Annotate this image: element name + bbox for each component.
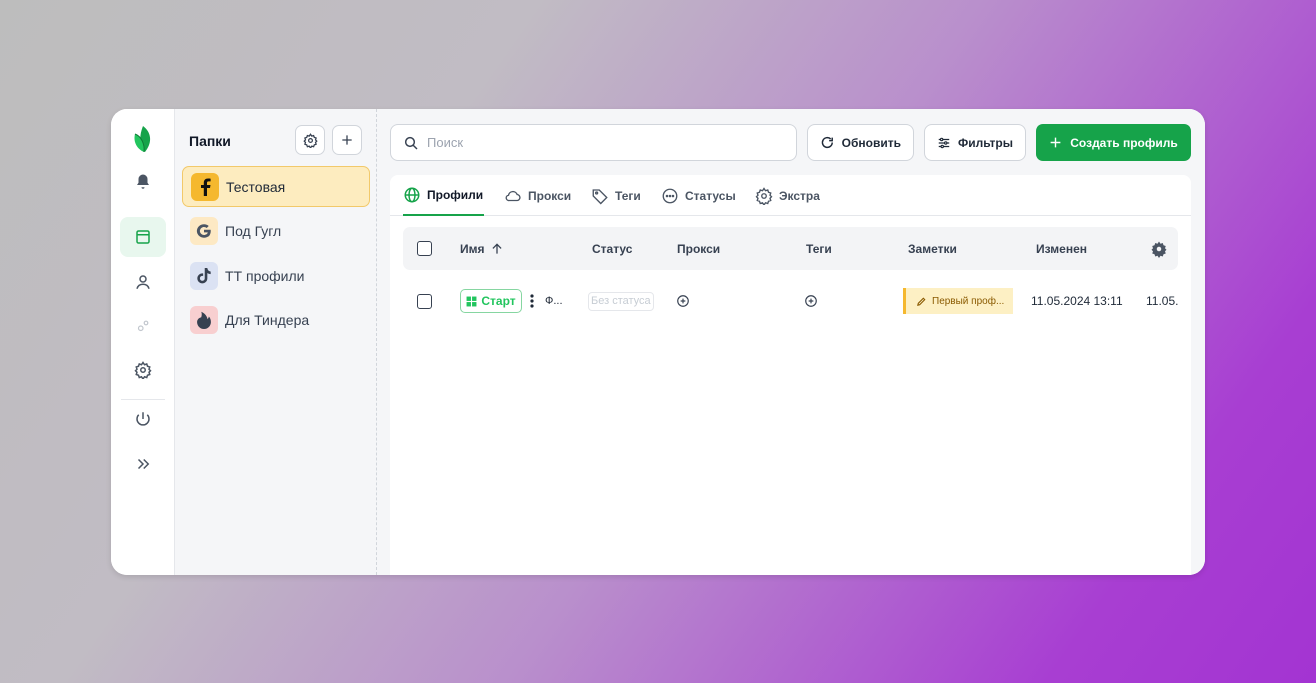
gear-icon: [302, 132, 318, 148]
icon-rail: [111, 109, 175, 575]
folders-settings-button[interactable]: [295, 125, 325, 155]
column-tags[interactable]: Теги: [806, 227, 832, 270]
tab-tags[interactable]: Теги: [591, 175, 641, 216]
gear-icon: [1151, 241, 1167, 258]
folder-item-testovaya[interactable]: Тестовая: [182, 166, 370, 207]
windows-icon: [466, 296, 477, 306]
folders-title: Папки: [189, 133, 231, 149]
row-checkbox-cell[interactable]: [417, 279, 432, 323]
create-profile-label: Создать профиль: [1070, 135, 1178, 150]
tab-bar: Профили Прокси Теги Статусы Экстра: [390, 175, 1191, 216]
leaf-logo-icon[interactable]: [120, 119, 166, 159]
create-profile-button[interactable]: Создать профиль: [1036, 124, 1191, 161]
folder-label: ТТ профили: [225, 267, 305, 284]
refresh-label: Обновить: [841, 135, 901, 150]
search-input[interactable]: [427, 135, 767, 150]
status-cell[interactable]: Без статуса: [588, 279, 654, 323]
row-checkbox[interactable]: [417, 293, 432, 309]
folders-panel: Папки Тестовая Под Гугл ТТ профили Для Т…: [175, 109, 377, 575]
profile-name[interactable]: Ф...: [545, 279, 563, 323]
plus-icon: [342, 135, 352, 145]
column-label: Заметки: [908, 241, 957, 256]
folder-label: Под Гугл: [225, 222, 282, 239]
column-label: Статус: [592, 241, 633, 256]
folder-label: Тестовая: [226, 178, 286, 195]
column-notes[interactable]: Заметки: [908, 227, 957, 270]
row-menu-button[interactable]: [529, 279, 535, 323]
plus-icon: [1050, 137, 1061, 148]
column-label: Изменен: [1036, 241, 1088, 256]
tab-extra[interactable]: Экстра: [755, 175, 820, 216]
cloud-icon: [505, 190, 521, 201]
modified-date: 11.05.2024 13:11: [1031, 294, 1123, 308]
column-label: Имя: [460, 241, 485, 256]
select-all-checkbox[interactable]: [417, 241, 432, 256]
search-box[interactable]: [390, 124, 797, 161]
refresh-button[interactable]: Обновить: [807, 124, 914, 161]
kebab-menu-icon: [530, 294, 534, 308]
facebook-icon: [191, 172, 219, 201]
table-row: Старт Ф... Без статуса Первый проф... 11…: [403, 279, 1178, 323]
folder-item-pod-gugl[interactable]: Под Гугл: [182, 210, 370, 251]
bell-icon[interactable]: [120, 162, 166, 202]
tab-statuses[interactable]: Статусы: [661, 175, 736, 216]
note-text: Первый проф...: [932, 295, 1005, 307]
plus-circle-icon: [677, 295, 689, 307]
gear-icon[interactable]: [120, 350, 166, 390]
dots-circle-icon: [662, 188, 678, 203]
column-proxy[interactable]: Прокси: [677, 227, 720, 270]
column-modified[interactable]: Изменен: [1036, 227, 1087, 270]
tag-icon: [592, 188, 608, 204]
extra-date: 11.05.: [1146, 294, 1179, 308]
column-label: Теги: [806, 241, 832, 256]
user-icon[interactable]: [120, 262, 166, 302]
search-icon: [404, 136, 418, 150]
main-area: Обновить Фильтры Создать профиль Профили…: [377, 109, 1205, 575]
folder-item-tt-profili[interactable]: ТТ профили: [182, 255, 370, 296]
tinder-icon: [190, 305, 218, 334]
plus-circle-icon: [805, 295, 817, 307]
add-tag-button[interactable]: [804, 279, 818, 323]
table-header: Имя Статус Прокси Теги Заметки Изменен: [403, 227, 1178, 270]
browser-window-icon[interactable]: [120, 217, 166, 257]
gears-icon[interactable]: [120, 306, 166, 346]
profiles-content: Профили Прокси Теги Статусы Экстра Имя С…: [390, 175, 1191, 575]
gear-icon: [755, 186, 773, 205]
start-button[interactable]: Старт: [460, 279, 522, 323]
folder-label: Для Тиндера: [225, 311, 310, 328]
app-window: Папки Тестовая Под Гугл ТТ профили Для Т…: [111, 109, 1205, 575]
status-badge[interactable]: Без статуса: [588, 291, 654, 311]
folder-item-dlya-tindera[interactable]: Для Тиндера: [182, 299, 370, 340]
column-status[interactable]: Статус: [592, 227, 632, 270]
sliders-icon: [938, 137, 950, 148]
filters-button[interactable]: Фильтры: [924, 124, 1026, 161]
tab-label: Теги: [615, 188, 641, 203]
globe-icon: [404, 187, 420, 202]
note-cell[interactable]: Первый проф...: [903, 279, 1013, 323]
tab-label: Статусы: [685, 188, 736, 203]
tiktok-icon: [190, 261, 218, 290]
column-label: Прокси: [677, 241, 721, 256]
pencil-icon: [917, 297, 926, 306]
power-icon[interactable]: [120, 399, 166, 439]
chevrons-right-icon[interactable]: [120, 444, 166, 484]
filters-label: Фильтры: [957, 135, 1013, 150]
start-label: Старт: [481, 294, 516, 308]
tab-label: Экстра: [779, 188, 820, 203]
tab-proxies[interactable]: Прокси: [504, 175, 571, 216]
column-settings-button[interactable]: [1150, 227, 1168, 270]
add-folder-button[interactable]: [332, 125, 362, 155]
tab-label: Профили: [427, 187, 484, 202]
column-name[interactable]: Имя: [460, 227, 504, 270]
refresh-icon: [821, 136, 833, 149]
add-proxy-button[interactable]: [676, 279, 690, 323]
sort-up-icon: [491, 242, 502, 254]
tab-label: Прокси: [528, 188, 572, 203]
tab-profiles[interactable]: Профили: [403, 175, 484, 216]
select-all-checkbox-cell[interactable]: [417, 227, 432, 270]
google-icon: [190, 216, 218, 245]
